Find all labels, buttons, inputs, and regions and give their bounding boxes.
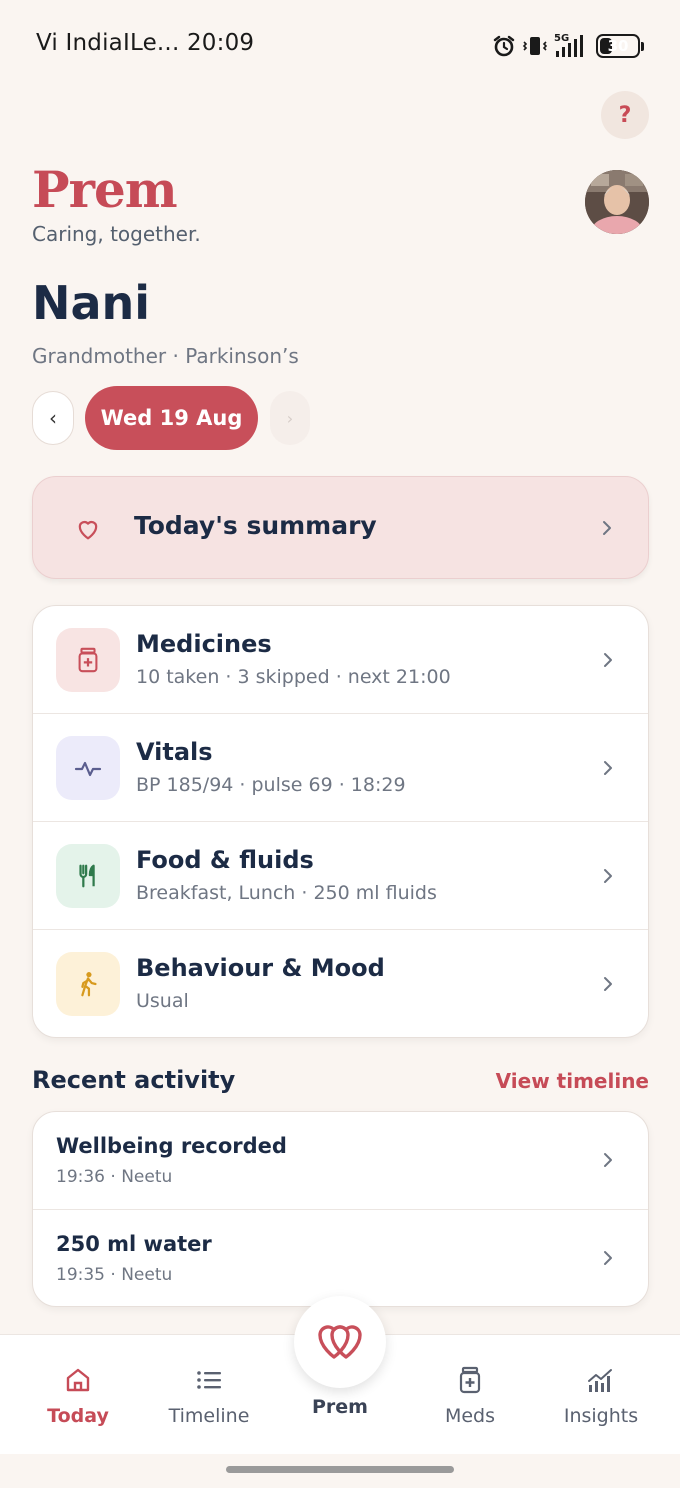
category-list: Medicines 10 taken · 3 skipped · next 21… xyxy=(32,605,649,1038)
date-navigator: ‹ Wed 19 Aug › xyxy=(32,386,310,450)
current-date-pill[interactable]: Wed 19 Aug xyxy=(85,386,258,450)
chevron-right-icon xyxy=(600,1152,616,1168)
home-indicator[interactable] xyxy=(226,1466,454,1473)
nav-meds[interactable]: Meds xyxy=(410,1335,530,1455)
chevron-right-icon xyxy=(600,652,616,668)
summary-label: Today's summary xyxy=(134,511,377,540)
alarm-icon xyxy=(492,32,516,60)
view-timeline-link[interactable]: View timeline xyxy=(496,1069,649,1093)
category-subtitle: BP 185/94 · pulse 69 · 18:29 xyxy=(136,774,406,796)
chevron-right-icon xyxy=(600,868,616,884)
status-bar: Vi IndiaILe... 20:09 5G 30 xyxy=(0,0,680,92)
category-title: Behaviour & Mood xyxy=(136,954,385,982)
chevron-right-icon xyxy=(600,760,616,776)
bluetooth-vibrate-icon xyxy=(522,32,548,60)
activity-row[interactable]: 250 ml water 19:35 · Neetu xyxy=(33,1210,648,1306)
profile-details: Grandmother · Parkinson’s xyxy=(32,344,299,368)
nav-insights[interactable]: Insights xyxy=(541,1335,661,1455)
activity-title: 250 ml water xyxy=(56,1232,212,1256)
prem-center-button[interactable] xyxy=(294,1296,386,1388)
battery-level: 30 xyxy=(607,37,629,55)
chevron-right-icon xyxy=(600,976,616,992)
battery-icon: 30 xyxy=(596,32,644,60)
carrier-time: Vi IndiaILe... 20:09 xyxy=(36,30,255,56)
previous-day-button[interactable]: ‹ xyxy=(32,391,74,445)
profile-relation: Grandmother xyxy=(32,344,167,368)
category-row-behaviour-mood[interactable]: Behaviour & Mood Usual xyxy=(33,930,648,1037)
walking-person-icon xyxy=(56,952,120,1016)
category-subtitle: Breakfast, Lunch · 250 ml fluids xyxy=(136,882,437,904)
signal-icon: 5G xyxy=(554,32,590,60)
category-row-vitals[interactable]: Vitals BP 185/94 · pulse 69 · 18:29 xyxy=(33,714,648,822)
list-icon xyxy=(194,1365,224,1395)
category-subtitle: Usual xyxy=(136,990,189,1012)
nav-today[interactable]: Today xyxy=(18,1335,138,1455)
activity-row[interactable]: Wellbeing recorded 19:36 · Neetu xyxy=(33,1112,648,1210)
pulse-icon xyxy=(56,736,120,800)
chevron-right-icon xyxy=(599,520,615,536)
network-type: 5G xyxy=(554,33,570,44)
double-heart-logo-icon xyxy=(315,1317,365,1367)
prem-center-label: Prem xyxy=(312,1396,368,1418)
brand-logo: Prem xyxy=(32,160,178,219)
separator: · xyxy=(166,344,186,368)
medicine-bottle-icon xyxy=(56,628,120,692)
help-button[interactable]: ? xyxy=(601,91,649,139)
status-icons: 5G 30 xyxy=(492,32,644,60)
nav-meds-label: Meds xyxy=(444,1405,496,1427)
profile-condition: Parkinson’s xyxy=(185,344,299,368)
next-day-button[interactable]: › xyxy=(270,391,310,445)
medicine-bottle-icon xyxy=(455,1365,485,1395)
category-subtitle: 10 taken · 3 skipped · next 21:00 xyxy=(136,666,451,688)
category-title: Food & fluids xyxy=(136,846,314,874)
avatar[interactable] xyxy=(585,170,649,234)
nav-timeline[interactable]: Timeline xyxy=(149,1335,269,1455)
nav-timeline-label: Timeline xyxy=(168,1405,250,1427)
chart-icon xyxy=(586,1365,616,1395)
tagline: Caring, together. xyxy=(32,222,201,246)
chevron-left-icon: ‹ xyxy=(49,406,57,430)
category-row-food-fluids[interactable]: Food & fluids Breakfast, Lunch · 250 ml … xyxy=(33,822,648,930)
heart-outline-icon xyxy=(74,515,102,543)
chevron-right-icon: › xyxy=(286,408,294,428)
recent-activity-list: Wellbeing recorded 19:36 · Neetu 250 ml … xyxy=(32,1111,649,1307)
activity-meta: 19:36 · Neetu xyxy=(56,1167,173,1187)
question-mark-icon: ? xyxy=(618,102,632,128)
nav-today-label: Today xyxy=(47,1405,109,1427)
chevron-right-icon xyxy=(600,1250,616,1266)
home-icon xyxy=(63,1365,93,1395)
recent-activity-heading: Recent activity xyxy=(32,1066,236,1094)
profile-name: Nani xyxy=(32,276,151,330)
activity-meta: 19:35 · Neetu xyxy=(56,1265,173,1285)
activity-title: Wellbeing recorded xyxy=(56,1134,287,1158)
category-title: Medicines xyxy=(136,630,272,658)
category-title: Vitals xyxy=(136,738,213,766)
fork-knife-icon xyxy=(56,844,120,908)
todays-summary-card[interactable]: Today's summary xyxy=(32,476,649,579)
nav-insights-label: Insights xyxy=(563,1405,639,1427)
category-row-medicines[interactable]: Medicines 10 taken · 3 skipped · next 21… xyxy=(33,606,648,714)
